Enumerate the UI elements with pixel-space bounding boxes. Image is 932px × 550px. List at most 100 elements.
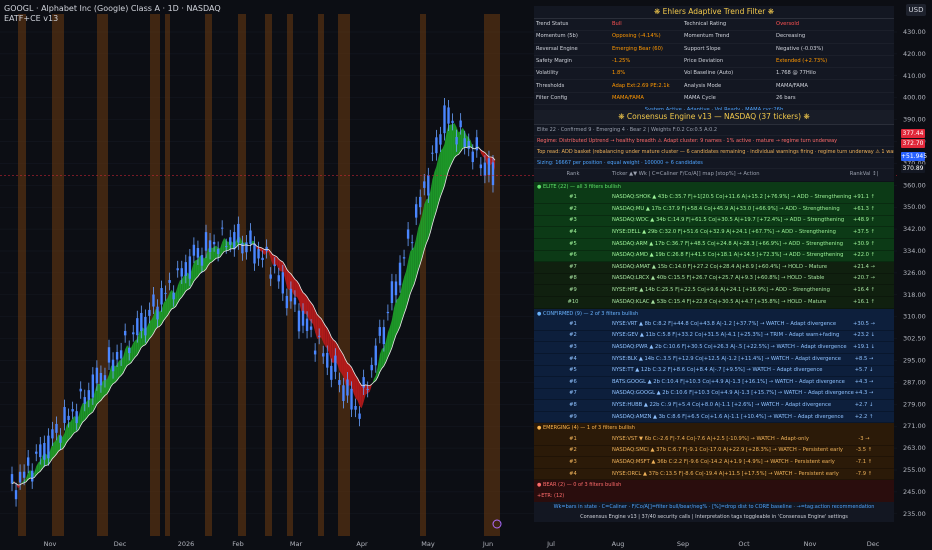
consensus-row[interactable]: #1 NYSE:VRT ▲ 8b C:8.2 F|+44.8 Co|+43.8 A…: [534, 319, 894, 331]
metric-value: 1.768 @ 77Hilo: [776, 70, 816, 77]
candle-body: [144, 316, 147, 336]
row-ticker-detail: NYSE:BLK ▲ 14b C:.3.5 F|+12.9 Co|+12.5 A…: [612, 355, 841, 362]
consensus-row[interactable]: #2 NYSE:GEV ▲ 11b C:5.8 F|+33.2 Co|+31.5 …: [534, 330, 894, 343]
signal-band: [150, 14, 160, 536]
consensus-row[interactable]: #7 NASDAQ:GOOGL ▲ 2b C:10.6 F|+10.3 Co|+4…: [534, 388, 894, 401]
row-score: +20.7 →: [853, 275, 875, 282]
candle-body: [455, 137, 458, 145]
row-rank: #2: [569, 332, 577, 339]
row-ticker-detail: NYSE:VST ▼ 6b C:-2.6 F|-7.4 Co|-7.6 A|+2…: [612, 435, 809, 442]
row-ticker-detail: NASDAQ:PWR ▲ 2b C:10.6 F|+30.5 Co|+26.3 …: [612, 344, 847, 350]
candle-body: [188, 256, 192, 279]
candle-body: [330, 365, 333, 380]
consensus-top-read: Top read: ADD basket (rebalancing under …: [534, 147, 894, 158]
candle-body: [269, 274, 272, 279]
indicator-label[interactable]: EATF+CE v13: [4, 14, 221, 24]
row-score: +19.1 ↓: [853, 344, 875, 350]
candle-body: [18, 471, 22, 483]
candle-body: [95, 367, 99, 384]
time-axis-label: Sep: [677, 540, 689, 548]
row-rank: #9: [569, 287, 577, 294]
consensus-row[interactable]: #8 NYSE:HUBB ▲ 22b C:.9 F|+5.4 Co|+8.0 A|…: [534, 400, 894, 412]
candle-body: [309, 326, 313, 330]
consensus-row[interactable]: #9 NASDAQ:AMZN ▲ 3b C:8.6 F|+6.5 Co|+1.6 …: [534, 411, 894, 424]
candle-body: [87, 390, 90, 400]
candle-body: [322, 353, 325, 357]
currency-button[interactable]: USD: [906, 4, 926, 16]
consensus-row[interactable]: #3 NASDAQ:WDC ▲ 34b C:14.9 F|+61.5 Co|+30…: [534, 215, 894, 228]
time-axis-label: Nov: [804, 540, 817, 548]
trend-filter-row: Reversal Engine Emerging Bear (60) Support…: [534, 44, 894, 56]
candle-body: [435, 137, 438, 154]
candle-body: [123, 330, 127, 336]
consensus-row[interactable]: #5 NYSE:TT ▲ 12b C:3.2 F|+8.6 Co|+8.4 A|-…: [534, 365, 894, 378]
row-rank: #5: [569, 367, 577, 374]
consensus-row[interactable]: #3 NASDAQ:PWR ▲ 2b C:10.6 F|+30.5 Co|+26.…: [534, 342, 894, 354]
signal-band: [338, 14, 350, 536]
row-ticker-detail: NASDAQ:ARM ▲ 17b C:36.7 F|+48.5 Co|+24.8…: [612, 240, 844, 247]
row-ticker-detail: NYSE:GEV ▲ 11b C:5.8 F|+33.2 Co|+31.5 A|…: [612, 332, 840, 339]
candle-body: [285, 295, 289, 309]
trend-fill: [133, 340, 136, 360]
consensus-row[interactable]: #8 NASDAQ:LRCX ▲ 40b C:15.5 F|+26.7 Co|+2…: [534, 273, 894, 286]
metric-label: MAMA Cycle: [684, 94, 716, 101]
candle-body: [410, 242, 414, 244]
consensus-row[interactable]: #1 NASDAQ:SHOK ▲ 43b C:35.7 F|+1[20.5 Co|…: [534, 192, 894, 205]
consensus-row[interactable]: #1 NYSE:VST ▼ 6b C:-2.6 F|-7.4 Co|-7.6 A|…: [534, 434, 894, 446]
col-ticker: Ticker ▲▼ Wk | C=Caliner F/Co/A[] map [s…: [612, 171, 760, 178]
candle-body: [406, 229, 410, 239]
metric-value: 26 bars: [776, 94, 796, 101]
row-ticker-detail: NASDAQ:AMD ▲ 19b C:26.8 F|+41.5 Co|+18.1…: [612, 252, 844, 259]
signal-band: [420, 14, 426, 536]
price-axis-label: 326.00: [903, 269, 926, 277]
row-ticker-detail: NASDAQ:MU ▲ 17b C:37.9 F|+58.4 Co|+45.9 …: [612, 205, 840, 212]
candle-body: [10, 474, 14, 484]
trend-filter-row: Trend Status Bull Technical Rating Oversold: [534, 19, 894, 32]
consensus-row[interactable]: #4 NYSE:BLK ▲ 14b C:.3.5 F|+12.9 Co|+12.5…: [534, 353, 894, 366]
consensus-row[interactable]: #4 NYSE:DELL ▲ 29b C:32.0 F|+51.6 Co|+32.…: [534, 227, 894, 239]
consensus-row[interactable]: #10 NASDAQ:KLAC ▲ 53b C:15.4 F|+22.8 Co|+…: [534, 296, 894, 309]
trend-filter-row: Filter Config MAMA/FAMA MAMA Cycle 26 bars: [534, 93, 894, 106]
row-score: +16.4 ↑: [853, 287, 875, 294]
symbol-title[interactable]: GOOGL · Alphabet Inc (Google) Class A · …: [4, 4, 221, 14]
consensus-row[interactable]: #5 NASDAQ:ARM ▲ 17b C:36.7 F|+48.5 Co|+24…: [534, 238, 894, 251]
consensus-row[interactable]: #7 NASDAQ:AMAT ▲ 15b C:14.0 F|+27.2 Co|+2…: [534, 262, 894, 274]
metric-value: Emerging Bear (60): [612, 45, 663, 52]
candle-body: [22, 471, 26, 478]
row-score: +61.3 ↑: [853, 205, 875, 212]
candle-body: [463, 138, 466, 148]
consensus-row[interactable]: #4 NYSE:ORCL ▲ 37b C:13.5 F|-8.6 Co|-19.4…: [534, 468, 894, 481]
candle-body: [192, 244, 196, 256]
time-axis-label: Dec: [867, 540, 880, 548]
consensus-row[interactable]: #9 NYSE:HPE ▲ 14b C:25.5 F|+22.5 Co|+9.6 …: [534, 285, 894, 297]
candle-body: [107, 347, 111, 363]
trend-fill: [341, 351, 344, 377]
trend-fill: [169, 289, 172, 312]
candle-body: [168, 280, 171, 283]
candle-body: [180, 268, 183, 277]
consensus-row[interactable]: #6 BATS:GOOGL ▲ 2b C:10.4 F|+10.3 Co|+4.9…: [534, 377, 894, 389]
signal-band: [238, 14, 246, 536]
candle-body: [358, 413, 361, 419]
consensus-row[interactable]: #3 NASDAQ:MSFT ▲ 36b C:2.2 F|-9.6 Co|-14.…: [534, 457, 894, 469]
time-axis-label: Jul: [546, 540, 555, 548]
candle-body: [451, 120, 454, 123]
row-rank: #9: [569, 413, 577, 420]
col-rank: Rank: [566, 171, 580, 178]
candle-body: [14, 490, 18, 500]
row-rank: #2: [569, 205, 577, 212]
price-axis-label: 342.00: [903, 225, 926, 233]
consensus-row[interactable]: #6 NASDAQ:AMD ▲ 19b C:26.8 F|+41.5 Co|+18…: [534, 250, 894, 263]
consensus-row[interactable]: #2 NASDAQ:SMCI ▲ 37b C:6.7 F|-9.1 Co|-17.…: [534, 445, 894, 458]
candle-body: [491, 162, 495, 186]
row-score: +2.7 ↓: [854, 401, 874, 408]
candle-body: [71, 409, 74, 412]
candle-body: [386, 311, 390, 314]
price-tag: 372.70: [901, 139, 925, 148]
candle-body: [257, 249, 260, 259]
consensus-row[interactable]: #2 NASDAQ:MU ▲ 17b C:37.9 F|+58.4 Co|+45.…: [534, 204, 894, 216]
candle-body: [156, 306, 159, 320]
price-axis-label: 302.50: [903, 335, 926, 343]
metric-value: Oversold: [776, 21, 800, 28]
candle-body: [390, 281, 394, 303]
